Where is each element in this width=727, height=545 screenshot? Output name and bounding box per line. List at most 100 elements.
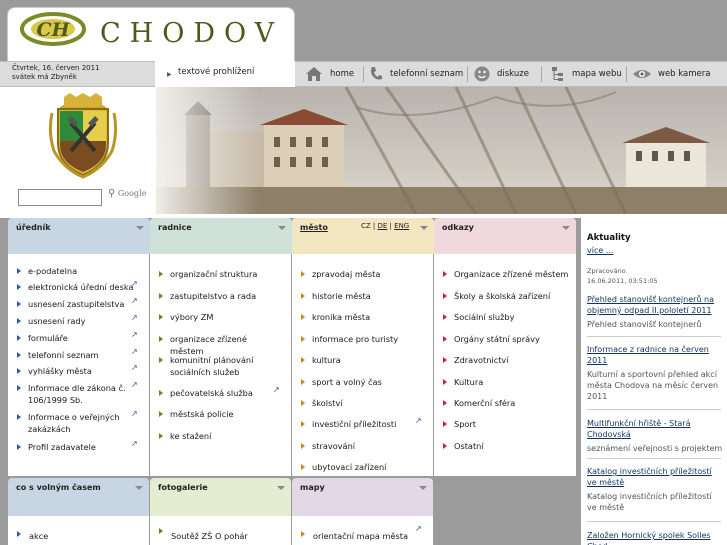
news-item-title[interactable]: Informace z radnice na červen 2011: [587, 344, 723, 366]
list-item[interactable]: školství: [312, 398, 422, 410]
category-title: úředník: [16, 223, 51, 232]
site-title[interactable]: CHODOV: [100, 18, 283, 49]
google-label: Google: [117, 189, 147, 198]
news-more-link[interactable]: více ...: [587, 246, 613, 255]
bullet-icon: [159, 390, 163, 396]
category-mapy-header[interactable]: mapy: [292, 478, 433, 516]
google-search-button[interactable]: ⚲ Google: [108, 188, 146, 199]
list-item[interactable]: zastupitelstvo a rada: [170, 291, 280, 303]
external-link-icon[interactable]: ↗: [131, 296, 138, 305]
list-item[interactable]: akce: [29, 531, 48, 543]
list-item[interactable]: stravování: [312, 441, 422, 453]
external-link-icon[interactable]: ↗: [415, 524, 422, 533]
external-link-icon[interactable]: ↗: [131, 313, 138, 322]
news-item-title[interactable]: Založen Hornický spolek Solles Chod...: [587, 530, 723, 545]
category-urednik-header[interactable]: úředník: [8, 218, 150, 254]
category-odkazy-header[interactable]: odkazy: [434, 218, 576, 254]
bullet-icon: [159, 314, 163, 320]
chevron-down-icon[interactable]: [562, 226, 570, 230]
news-item-title[interactable]: Přehled stanovišť kontejnerů na objemný …: [587, 294, 723, 316]
lang-cz[interactable]: CZ: [361, 222, 371, 230]
external-link-icon[interactable]: ↗: [131, 279, 138, 288]
category-fotogalerie-header[interactable]: fotogalerie: [150, 478, 291, 516]
news-item-title[interactable]: Katalog investičních příležitostí ve měs…: [587, 466, 723, 488]
processed-label: Zpracováno: [587, 267, 626, 275]
list-item[interactable]: Zdravotnictví: [454, 355, 569, 367]
bullet-icon: [17, 318, 21, 324]
city-logo-icon[interactable]: CH: [18, 10, 88, 48]
list-item[interactable]: informace pro turisty: [312, 334, 422, 346]
nav-phone-label: telefonní seznam: [390, 69, 464, 79]
nav-discussion[interactable]: diskuze: [473, 64, 529, 84]
chevron-down-icon[interactable]: [278, 226, 286, 230]
bullet-icon: [17, 444, 21, 450]
lang-en[interactable]: ENG: [394, 222, 409, 230]
bullet-icon: [443, 271, 447, 277]
nav-home-label: home: [330, 69, 355, 79]
external-link-icon[interactable]: ↗: [131, 330, 138, 339]
list-item[interactable]: Ostatní: [454, 441, 569, 453]
chevron-down-icon[interactable]: [277, 486, 285, 490]
category-title: fotogalerie: [158, 483, 208, 492]
list-item[interactable]: kultura: [312, 355, 422, 367]
external-link-icon[interactable]: ↗: [273, 385, 280, 394]
list-item[interactable]: elektronická úřední deska: [28, 282, 136, 294]
lang-de[interactable]: DE: [378, 222, 388, 230]
search-input[interactable]: [18, 189, 102, 206]
list-item[interactable]: organizace zřízené městem: [170, 334, 280, 357]
list-item[interactable]: pečovatelská služba: [170, 388, 280, 400]
list-item[interactable]: usnesení zastupitelstva: [28, 299, 136, 311]
list-item[interactable]: kronika města: [312, 312, 422, 324]
list-item[interactable]: usnesení rady: [28, 316, 136, 328]
news-item-text: seznámení veřejnosti s projektem: [587, 444, 723, 453]
list-item[interactable]: vyhlášky města: [28, 366, 136, 378]
bullet-icon: [301, 271, 305, 277]
text-view-link[interactable]: textové prohlížení: [178, 67, 254, 77]
news-item-title[interactable]: Multifunkční hřiště - Stará Chodovská: [587, 418, 723, 440]
list-item[interactable]: městská policie: [170, 409, 280, 421]
bullet-icon: [443, 421, 447, 427]
external-link-icon[interactable]: ↗: [131, 347, 138, 356]
external-link-icon[interactable]: ↗: [131, 439, 138, 448]
list-item[interactable]: Školy a školská zařízení: [454, 291, 569, 303]
list-item[interactable]: investiční příležitosti: [312, 419, 422, 431]
list-item[interactable]: Orgány státní správy: [454, 334, 569, 346]
nav-home[interactable]: home: [304, 64, 354, 84]
list-item[interactable]: historie města: [312, 291, 422, 303]
list-item[interactable]: orientační mapa města: [313, 531, 408, 543]
chevron-down-icon[interactable]: [419, 486, 427, 490]
nav-webcam[interactable]: web kamera: [632, 64, 710, 84]
list-item[interactable]: e-podatelna: [28, 266, 136, 278]
list-item[interactable]: ke stažení: [170, 431, 280, 443]
external-link-icon[interactable]: ↗: [131, 380, 138, 389]
external-link-icon[interactable]: ↗: [415, 416, 422, 425]
list-item[interactable]: Profil zadavatele: [28, 442, 136, 454]
chevron-down-icon[interactable]: [136, 226, 144, 230]
list-item[interactable]: Organizace zřízené městem: [454, 269, 569, 281]
chevron-down-icon[interactable]: [135, 486, 143, 490]
external-link-icon[interactable]: ↗: [131, 363, 138, 372]
list-item[interactable]: Sport: [454, 419, 569, 431]
chevron-down-icon[interactable]: [420, 226, 428, 230]
list-item[interactable]: Informace dle zákona č. 106/1999 Sb.: [28, 383, 136, 406]
list-item[interactable]: ubytovací zařízení: [312, 462, 422, 474]
list-item[interactable]: Soutěž ZŠ O pohár: [171, 531, 248, 543]
list-item[interactable]: organizační struktura: [170, 269, 280, 281]
nav-phone-list[interactable]: telefonní seznam: [368, 64, 463, 84]
list-item[interactable]: Kultura: [454, 377, 569, 389]
nav-divider: [467, 66, 468, 82]
list-item[interactable]: sport a volný čas: [312, 377, 422, 389]
list-item[interactable]: výbory ZM: [170, 312, 280, 324]
external-link-icon[interactable]: ↗: [131, 409, 138, 418]
list-item[interactable]: Informace o veřejných zakázkách: [28, 412, 136, 435]
category-volny-cas-header[interactable]: co s volným časem: [8, 478, 149, 516]
date-info: Čtvrtek, 16. červen 2011 svátek má Zbyně…: [12, 64, 100, 82]
category-radnice-header[interactable]: radnice: [150, 218, 292, 254]
list-item[interactable]: Sociální služby: [454, 312, 569, 324]
list-item[interactable]: formuláře: [28, 333, 136, 345]
list-item[interactable]: zpravodaj města: [312, 269, 422, 281]
list-item[interactable]: Komerční sféra: [454, 398, 569, 410]
nav-sitemap[interactable]: mapa webu: [550, 64, 622, 84]
list-item[interactable]: telefonní seznam: [28, 350, 136, 362]
list-item[interactable]: komunitní plánování sociálních služeb: [170, 355, 280, 378]
